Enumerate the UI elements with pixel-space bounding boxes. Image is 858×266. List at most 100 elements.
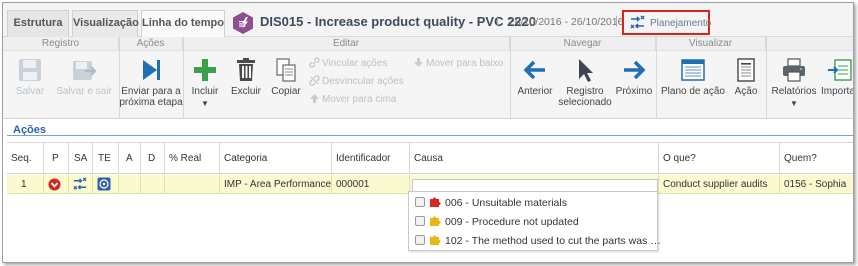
move-up-label: Mover para cima (322, 94, 397, 105)
arrow-left-icon (523, 60, 545, 80)
cause-option[interactable]: 009 - Procedure not updated (415, 213, 579, 231)
action-plan-button[interactable]: Plano de ação (659, 57, 727, 97)
col-sa[interactable]: SA (69, 143, 93, 174)
import-button[interactable]: Importa (821, 57, 854, 97)
record-dates: 26/10/2016 - 26/10/2016 (509, 16, 624, 28)
tab-estrutura[interactable]: Estrutura (7, 10, 69, 37)
record-hexagon-icon: ≡ (233, 12, 253, 34)
reports-button[interactable]: Relatórios ▼ (769, 57, 819, 109)
next-label: Próximo (615, 86, 653, 97)
cause-option-label: 006 - Unsuitable materials (445, 197, 567, 209)
col-causa[interactable]: Causa (410, 143, 659, 174)
reports-label: Relatórios (771, 86, 817, 97)
cell-te (93, 175, 119, 194)
send-next-step-button[interactable]: Enviar para a próxima etapa (119, 57, 183, 108)
save-and-exit-button[interactable]: Salvar e sair (53, 57, 115, 97)
section-divider (7, 135, 853, 136)
sa-arrows-icon (73, 177, 87, 190)
tab-linha-do-tempo[interactable]: Linha do tempo (141, 10, 225, 37)
trash-icon (237, 58, 255, 81)
col-quem[interactable]: Quem? (780, 143, 853, 174)
col-o-que[interactable]: O que? (659, 143, 780, 174)
save-button[interactable]: Salvar (7, 57, 53, 97)
col-d[interactable]: D (141, 143, 165, 174)
cell-identificador: 000001 (332, 175, 410, 194)
col-identificador[interactable]: Identificador (332, 143, 410, 174)
cell-o-que: Conduct supplier audits (659, 175, 780, 194)
action-view-label: Ação (734, 86, 758, 97)
group-acoes: Ações (119, 37, 183, 51)
previous-label: Anterior (517, 86, 553, 97)
include-dropdown-icon[interactable]: ▼ (186, 98, 224, 109)
cause-checkbox[interactable] (415, 197, 425, 207)
action-plan-label: Plano de ação (661, 86, 725, 97)
col-seq[interactable]: Seq. (7, 143, 44, 174)
action-plan-icon (681, 59, 705, 81)
yellow-puzzle-icon (430, 216, 441, 226)
te-target-icon (97, 177, 111, 191)
unlink-actions-label: Desvincular ações (322, 76, 404, 87)
col-real[interactable]: % Real (165, 143, 220, 174)
save-label: Salvar (15, 86, 45, 97)
col-categoria[interactable]: Categoria (220, 143, 332, 174)
cause-option-label: 009 - Procedure not updated (445, 216, 579, 228)
grid-header: Seq. P SA TE A D % Real Categoria Identi… (7, 142, 853, 174)
dates-separator: | (615, 15, 618, 27)
group-extra (766, 37, 853, 51)
cause-dropdown-list: 006 - Unsuitable materials 009 - Procedu… (408, 191, 661, 251)
yellow-puzzle-icon (430, 235, 441, 245)
cell-seq: 1 (7, 175, 44, 194)
cause-checkbox[interactable] (415, 216, 425, 226)
copy-label: Copiar (271, 86, 301, 97)
unlink-actions-button[interactable]: Desvincular ações (309, 75, 404, 87)
plus-icon (194, 59, 216, 81)
include-button[interactable]: Incluir ▼ (186, 57, 224, 109)
tab-visualizacao[interactable]: Visualização (72, 10, 139, 37)
red-puzzle-icon (430, 197, 441, 207)
unlink-icon (309, 75, 320, 86)
copy-button[interactable]: Copiar (267, 57, 305, 97)
col-te[interactable]: TE (93, 143, 119, 174)
ribbon-toolbar: Registro Ações Editar Navegar Visualizar… (3, 37, 853, 119)
copy-icon (276, 58, 296, 82)
delete-button[interactable]: Excluir (227, 57, 265, 97)
group-editar: Editar (183, 37, 510, 51)
cause-option[interactable]: 102 - The method used to cut the parts w… (415, 232, 661, 250)
arrow-up-icon (310, 94, 319, 103)
link-actions-button[interactable]: Vincular ações (309, 57, 387, 69)
col-a[interactable]: A (119, 143, 141, 174)
title-separator: | (496, 15, 499, 27)
planning-label: Planejamento (650, 18, 712, 29)
next-button[interactable]: Próximo (614, 57, 654, 97)
cell-d (141, 175, 165, 194)
action-document-icon (737, 58, 755, 82)
cell-priority (44, 175, 69, 194)
cause-checkbox[interactable] (415, 235, 425, 245)
col-p[interactable]: P (44, 143, 69, 174)
import-icon (828, 59, 852, 81)
planning-button[interactable]: Planejamento (622, 10, 712, 35)
arrow-down-icon (414, 58, 423, 67)
reports-dropdown-icon[interactable]: ▼ (769, 98, 819, 109)
previous-button[interactable]: Anterior (513, 57, 557, 97)
next-step-icon (143, 60, 160, 80)
delete-label: Excluir (230, 86, 261, 97)
action-view-button[interactable]: Ação (729, 57, 763, 97)
include-label: Incluir (191, 86, 219, 97)
selected-record-label-2: selecionado (558, 97, 612, 108)
cause-option-label: 102 - The method used to cut the parts w… (445, 235, 661, 247)
selected-record-label-1: Registro (566, 86, 604, 97)
cause-option[interactable]: 006 - Unsuitable materials (415, 194, 567, 212)
move-up-button[interactable]: Mover para cima (309, 93, 396, 105)
cell-quem: 0156 - Sophia (784, 179, 847, 190)
move-down-label: Mover para baixo (426, 58, 504, 69)
cell-a (119, 175, 141, 194)
cursor-arrow-icon (579, 59, 593, 82)
save-and-exit-label: Salvar e sair (56, 86, 112, 97)
selected-record-button[interactable]: Registro selecionado (558, 57, 612, 108)
link-icon (309, 57, 320, 68)
planning-arrows-icon (630, 15, 645, 29)
import-label: Importa (821, 86, 854, 97)
window-frame: Estrutura Visualização Linha do tempo ≡ … (2, 2, 854, 263)
move-down-button[interactable]: Mover para baixo (413, 57, 503, 69)
